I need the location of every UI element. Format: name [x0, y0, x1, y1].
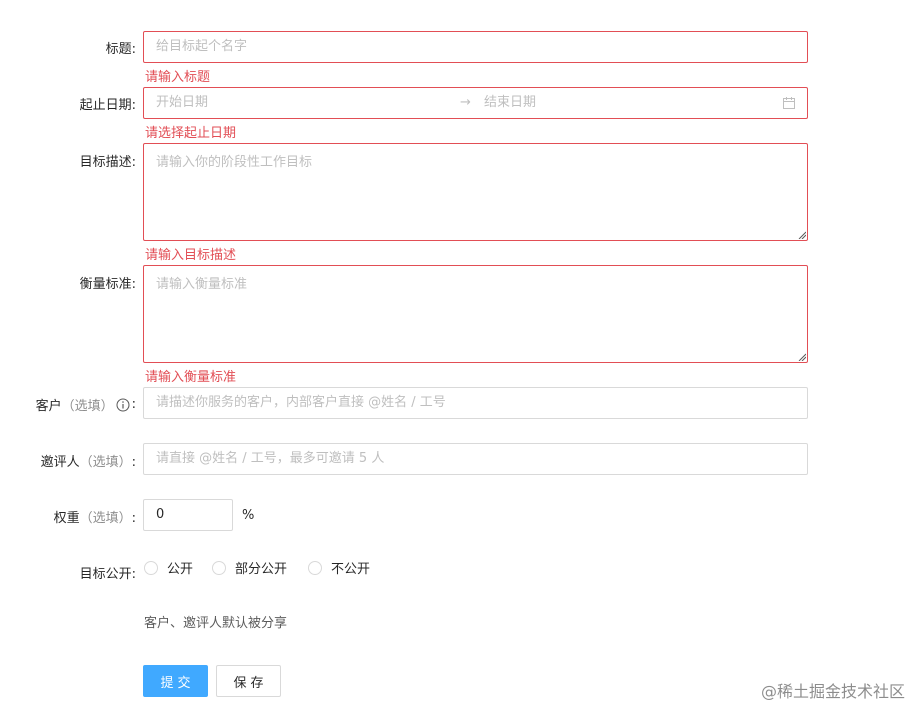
radio-private[interactable]: 不公开: [308, 558, 370, 577]
save-button[interactable]: 保存: [216, 665, 281, 697]
standard-label: 衡量标准:: [79, 277, 136, 292]
radio-circle-icon[interactable]: [308, 560, 322, 575]
weight-input[interactable]: 0: [143, 499, 233, 531]
weight-label-colon: :: [131, 511, 136, 526]
submit-button[interactable]: 提交: [143, 665, 208, 697]
client-input[interactable]: 请描述你服务的客户，内部客户直接 @姓名 / 工号: [143, 387, 808, 419]
weight-label-main: 权重: [53, 511, 80, 526]
title-placeholder: 给目标起个名字: [156, 39, 248, 54]
reviewer-input[interactable]: 请直接 @姓名 / 工号，最多可邀请 5 人: [143, 443, 808, 475]
start-date-input[interactable]: 开始日期: [156, 88, 208, 118]
radio-private-label: 不公开: [331, 562, 371, 577]
resize-handle-icon[interactable]: [798, 353, 806, 361]
description-error: 请输入目标描述: [145, 248, 237, 263]
watermark: @稀土掘金技术社区: [760, 682, 905, 701]
standard-textarea[interactable]: 请输入衡量标准: [143, 265, 808, 363]
reviewer-placeholder: 请直接 @姓名 / 工号，最多可邀请 5 人: [156, 451, 385, 466]
radio-public-label: 公开: [167, 562, 194, 577]
title-label: 标题:: [105, 42, 136, 57]
visibility-hint: 客户、邀评人默认被分享: [144, 616, 288, 631]
date-range-picker[interactable]: 开始日期 → 结束日期: [143, 87, 808, 119]
client-label-main: 客户: [35, 399, 62, 414]
client-placeholder: 请描述你服务的客户，内部客户直接 @姓名 / 工号: [156, 395, 446, 410]
title-input[interactable]: 给目标起个名字: [143, 31, 808, 63]
radio-circle-icon[interactable]: [144, 560, 158, 575]
reviewer-label: 邀评人（选填）:: [41, 451, 136, 470]
radio-partial-label: 部分公开: [235, 562, 288, 577]
description-textarea[interactable]: 请输入你的阶段性工作目标: [143, 143, 808, 241]
reviewer-label-optional: （选填）: [79, 455, 132, 470]
weight-unit: %: [242, 508, 255, 523]
weight-value: 0: [156, 507, 165, 522]
date-range-separator: →: [460, 95, 471, 110]
dates-error: 请选择起止日期: [145, 126, 237, 141]
standard-placeholder: 请输入衡量标准: [156, 277, 248, 292]
title-error: 请输入标题: [145, 70, 211, 85]
weight-label: 权重（选填）:: [54, 507, 136, 526]
reviewer-label-main: 邀评人: [40, 455, 80, 470]
standard-error: 请输入衡量标准: [145, 370, 237, 385]
radio-partial[interactable]: 部分公开: [212, 558, 287, 577]
end-date-input[interactable]: 结束日期: [484, 88, 536, 118]
description-label: 目标描述:: [79, 155, 136, 170]
radio-public[interactable]: 公开: [144, 558, 193, 577]
info-circle-icon[interactable]: [116, 398, 130, 412]
description-placeholder: 请输入你的阶段性工作目标: [156, 155, 313, 170]
dates-label: 起止日期:: [79, 98, 136, 113]
calendar-icon[interactable]: [783, 97, 795, 109]
client-label: 客户 （选填） :: [36, 395, 136, 414]
client-label-optional: （选填）: [61, 399, 114, 414]
resize-handle-icon[interactable]: [798, 231, 806, 239]
visibility-label: 目标公开:: [79, 567, 136, 582]
radio-circle-icon[interactable]: [212, 560, 226, 575]
reviewer-label-colon: :: [131, 455, 136, 470]
client-label-colon: :: [131, 397, 136, 412]
weight-label-optional: （选填）: [79, 511, 132, 526]
